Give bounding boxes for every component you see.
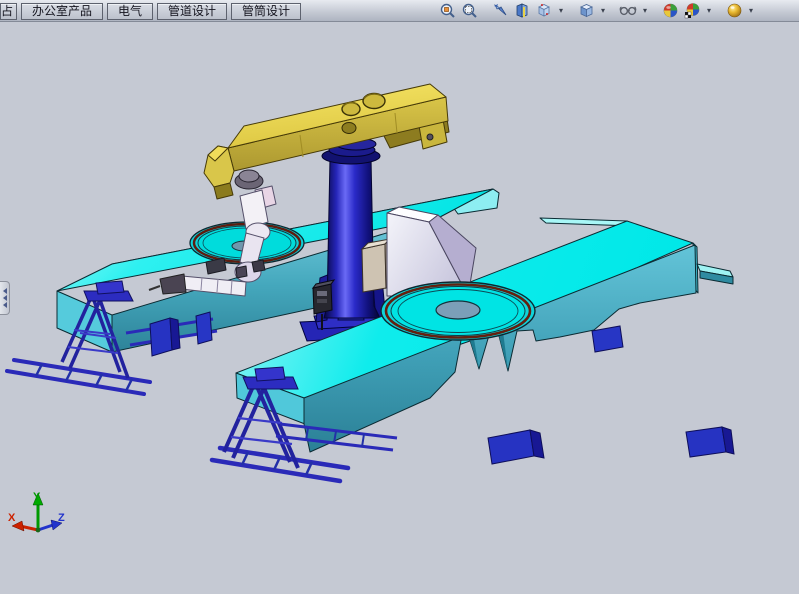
view-settings-icon[interactable] [725, 1, 744, 20]
turntable-ring-right[interactable] [381, 282, 535, 340]
triad-y-label: Y [33, 491, 41, 503]
tab-tubing-design[interactable]: 管筒设计 [231, 3, 301, 20]
previous-view-icon[interactable] [491, 1, 510, 20]
graphics-viewport[interactable]: Y X Z [0, 22, 799, 589]
view-orientation-icon[interactable] [535, 1, 554, 20]
display-style-icon[interactable] [577, 1, 596, 20]
triad-z-label: Z [58, 512, 65, 524]
command-bar: 占 办公室产品 电气 管道设计 管筒设计 ▾ ▾ ▾ [0, 0, 799, 22]
tab-piping-design[interactable]: 管道设计 [157, 3, 227, 20]
hide-show-items-icon[interactable] [619, 1, 638, 20]
apply-scene-dropdown[interactable]: ▾ [705, 6, 713, 15]
view-orientation-dropdown[interactable]: ▾ [557, 6, 565, 15]
display-style-dropdown[interactable]: ▾ [599, 6, 607, 15]
hide-show-items-dropdown[interactable]: ▾ [641, 6, 649, 15]
tab-office-products[interactable]: 办公室产品 [21, 3, 103, 20]
orientation-triad: Y X Z [8, 491, 65, 532]
edit-appearance-icon[interactable] [661, 1, 680, 20]
beam-brackets[interactable] [488, 326, 734, 464]
view-settings-dropdown[interactable]: ▾ [747, 6, 755, 15]
zoom-to-fit-icon[interactable] [438, 1, 457, 20]
view-toolbar: ▾ ▾ ▾ ▾ ▾ [438, 1, 755, 20]
zoom-to-area-icon[interactable] [460, 1, 479, 20]
section-view-icon[interactable] [513, 1, 532, 20]
tab-electrical[interactable]: 电气 [107, 3, 153, 20]
triad-x-label: X [8, 512, 16, 524]
apply-scene-icon[interactable] [683, 1, 702, 20]
command-manager-tabs: 占 办公室产品 电气 管道设计 管筒设计 [0, 3, 301, 20]
tab-partial[interactable]: 占 [0, 3, 17, 20]
